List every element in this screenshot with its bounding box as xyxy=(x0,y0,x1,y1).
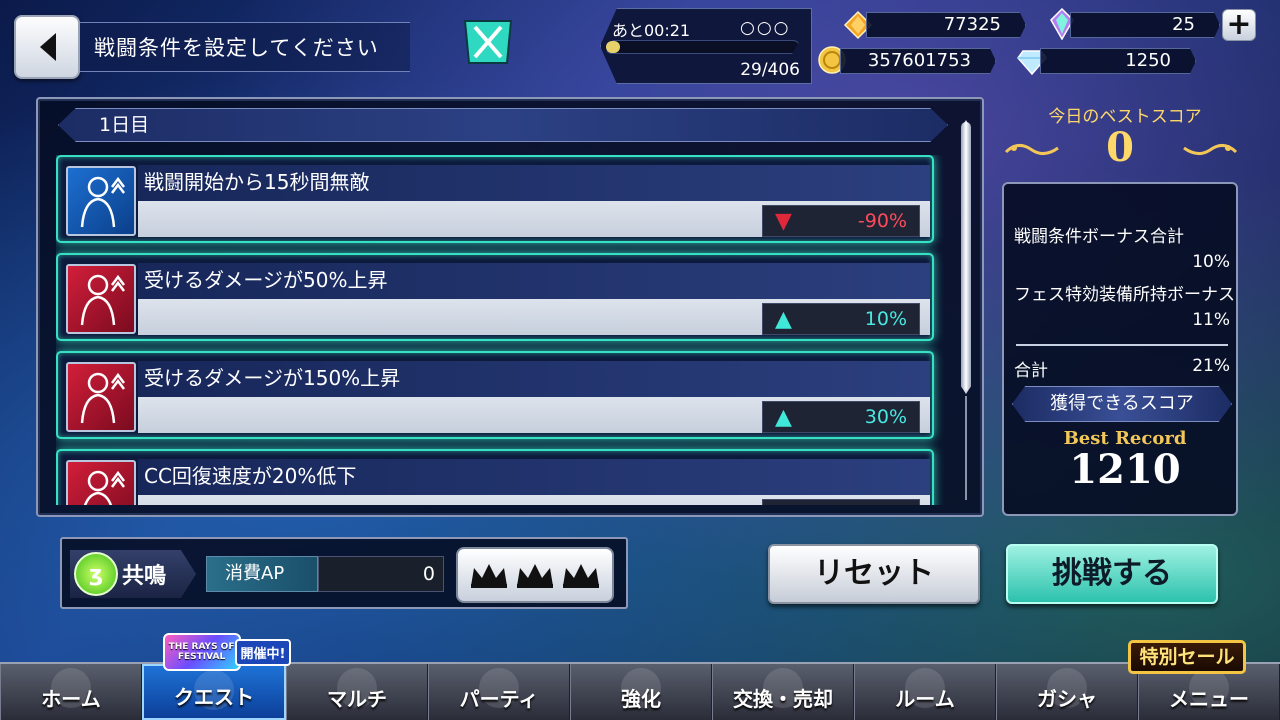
festival-logo: THE RAYS OF FESTIVAL xyxy=(162,633,241,671)
ap-cost-label: 消費AP xyxy=(206,556,318,592)
up-arrow-icon: ▲ xyxy=(775,404,792,430)
condition-name: 戦闘開始から15秒間無敵 xyxy=(138,165,930,201)
nav-item-home[interactable]: ホーム xyxy=(0,664,142,720)
back-button[interactable] xyxy=(14,15,80,79)
resonance-toggle[interactable]: ʒ 共鳴 xyxy=(70,550,196,598)
day-header[interactable]: 1日目 xyxy=(58,108,948,142)
condition-score-modifier: ▲ 10% xyxy=(762,303,920,335)
day-header-label: 1日目 xyxy=(99,114,150,136)
condition-name: 受けるダメージが150%上昇 xyxy=(138,361,930,397)
nav-item-label: ルーム xyxy=(895,687,955,711)
condition-name: CC回復速度が20%低下 xyxy=(138,459,930,495)
challenge-button[interactable]: 挑戦する xyxy=(1006,544,1218,604)
ap-count: 29/406 xyxy=(740,60,800,80)
condition-percent: 30% xyxy=(864,406,907,428)
condition-item[interactable]: 戦闘開始から15秒間無敵 ▼ -90% xyxy=(56,155,934,243)
obtainable-score-label: 獲得できるスコア xyxy=(1050,393,1194,414)
crown-icon xyxy=(517,564,553,588)
back-arrow-icon xyxy=(40,33,56,61)
nav-item-gacha[interactable]: ガシャ xyxy=(996,664,1138,720)
add-crystal-button[interactable]: + xyxy=(1222,9,1256,41)
condition-item[interactable]: CC回復速度が20%低下 xyxy=(56,449,934,505)
nav-item-multi[interactable]: マルチ xyxy=(286,664,428,720)
fes-bonus-value: 11% xyxy=(1192,310,1230,330)
nav-item-room[interactable]: ルーム xyxy=(854,664,996,720)
nav-item-label: ホーム xyxy=(41,687,101,711)
condition-bonus-label: 戦闘条件ボーナス合計 xyxy=(1014,227,1184,247)
ap-dots: ○○○ xyxy=(740,18,791,38)
page-title: 戦闘条件を設定してください xyxy=(80,22,410,72)
condition-score-modifier: ▼ -90% xyxy=(762,205,920,237)
nav-item-label: メニュー xyxy=(1169,687,1249,711)
invincible-person-icon xyxy=(66,166,136,236)
condition-percent: 10% xyxy=(864,308,907,330)
condition-score-modifier xyxy=(762,499,920,505)
nav-item-quest[interactable]: クエスト xyxy=(142,664,286,720)
crown-icon xyxy=(471,564,507,588)
condition-item[interactable]: 受けるダメージが50%上昇 ▲ 10% xyxy=(56,253,934,341)
gold-count: 357601753 xyxy=(840,48,996,74)
festival-badge[interactable]: THE RAYS OF FESTIVAL 開催中! xyxy=(158,632,296,672)
nav-item-party[interactable]: パーティ xyxy=(428,664,570,720)
resonance-label: 共鳴 xyxy=(122,564,167,589)
ornament-left-icon xyxy=(1004,144,1059,155)
scrollbar-thumb[interactable] xyxy=(961,122,971,390)
ap-timer: あと00:21 xyxy=(612,21,691,40)
damage-person-icon xyxy=(66,460,136,505)
topaz-count: 77325 xyxy=(866,12,1026,38)
up-arrow-icon: ▲ xyxy=(775,306,792,332)
crown-icon xyxy=(563,564,599,588)
nav-item-label: ガシャ xyxy=(1037,687,1097,711)
resonance-icon: ʒ xyxy=(74,552,118,596)
nav-item-enhance[interactable]: 強化 xyxy=(570,664,712,720)
nav-item-label: パーティ xyxy=(459,687,539,711)
fork-knife-icon[interactable] xyxy=(456,12,520,70)
ornament-right-icon xyxy=(1183,144,1238,155)
ap-cost-value: 0 xyxy=(318,556,444,592)
conditions-list[interactable]: 戦闘開始から15秒間無敵 ▼ -90% 受けるダメージが50%上昇 ▲ 10% 受けるダメー… xyxy=(56,155,944,505)
score-divider xyxy=(1016,344,1228,346)
reset-button[interactable]: リセット xyxy=(768,544,980,604)
best-record-value: 1210 xyxy=(1069,446,1181,493)
damage-person-icon xyxy=(66,264,136,334)
ap-bar xyxy=(605,40,800,54)
festival-tag: 開催中! xyxy=(234,638,292,666)
today-best-score: 0 xyxy=(1106,124,1134,171)
condition-score-modifier: ▲ 30% xyxy=(762,401,920,433)
nav-item-label: 強化 xyxy=(621,687,661,711)
down-arrow-icon: ▼ xyxy=(775,208,792,234)
crown-difficulty-button[interactable] xyxy=(456,547,614,603)
condition-item[interactable]: 受けるダメージが150%上昇 ▲ 30% xyxy=(56,351,934,439)
crystal-count: 25 xyxy=(1070,12,1220,38)
special-sale-badge[interactable]: 特別セール xyxy=(1128,640,1246,674)
damage-person-icon xyxy=(66,362,136,432)
condition-name: 受けるダメージが50%上昇 xyxy=(138,263,930,299)
condition-bonus-value: 10% xyxy=(1192,252,1230,272)
ap-bar-fill xyxy=(606,41,620,53)
page-title-text: 戦闘条件を設定してください xyxy=(94,36,379,60)
nav-item-exchange[interactable]: 交換・売却 xyxy=(712,664,854,720)
total-value: 21% xyxy=(1192,356,1230,376)
nav-item-label: 交換・売却 xyxy=(733,687,833,711)
diamond-count: 1250 xyxy=(1040,48,1196,74)
condition-percent: -90% xyxy=(857,210,907,232)
nav-item-label: マルチ xyxy=(327,687,387,711)
obtainable-score-header: 獲得できるスコア xyxy=(1012,386,1232,422)
fes-bonus-label: フェス特効装備所持ボーナス xyxy=(1014,285,1235,305)
nav-item-label: クエスト xyxy=(174,685,254,709)
